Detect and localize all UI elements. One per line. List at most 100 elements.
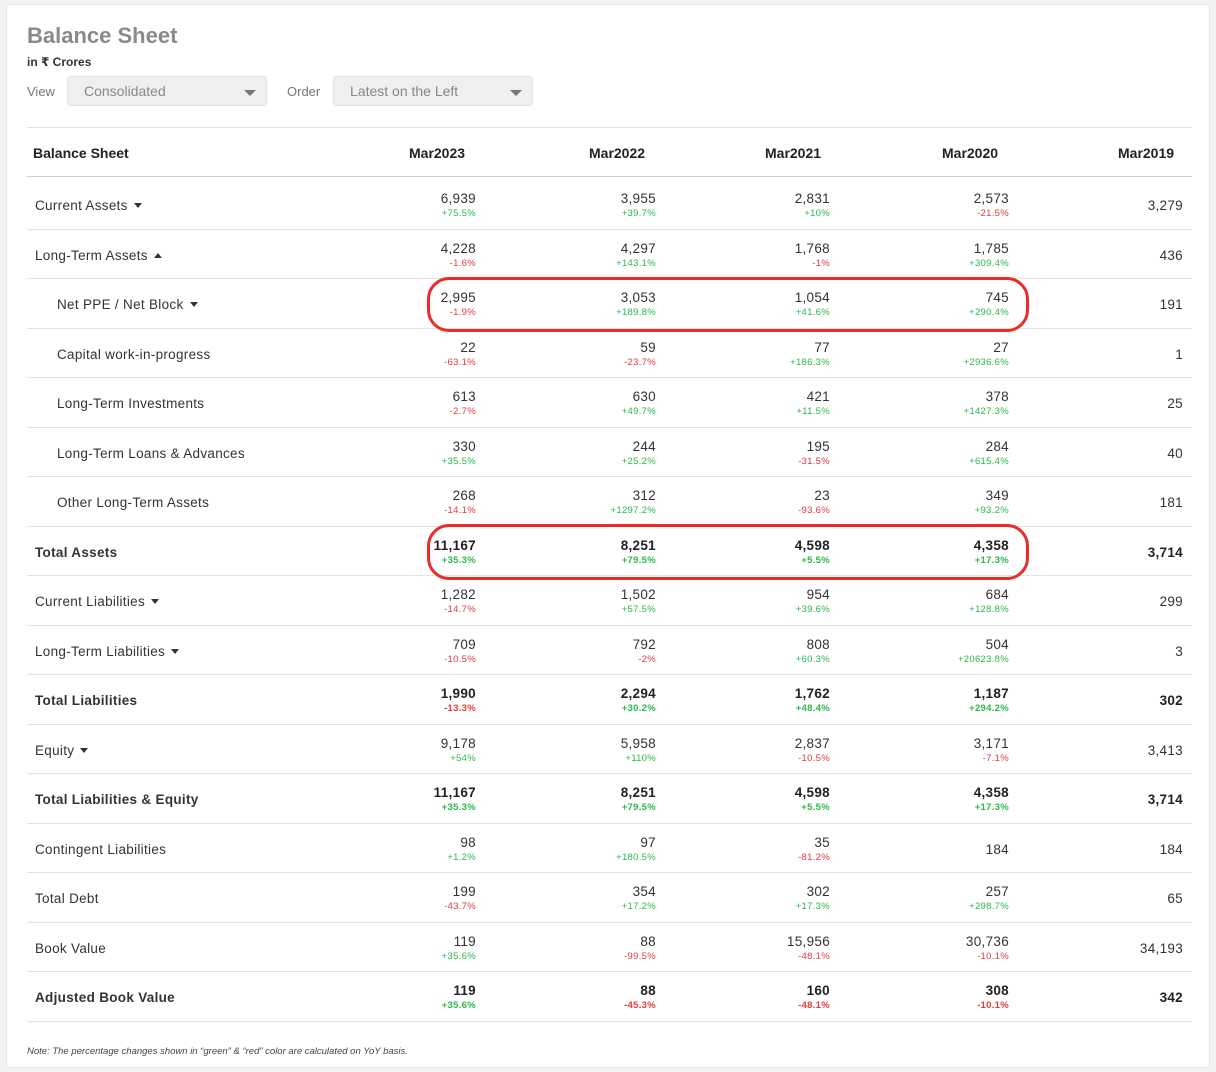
table-cell: 23 -93.6% — [680, 488, 830, 518]
table-cell: 191 — [1033, 297, 1183, 313]
table-cell: 6,939 +75.5% — [326, 191, 476, 221]
order-select[interactable]: Latest on the Left — [333, 76, 533, 106]
cell-value: 312 — [632, 488, 656, 503]
cell-value: 2,294 — [620, 686, 656, 701]
cell-value: 284 — [985, 438, 1009, 454]
table-cell: 3 — [1033, 644, 1183, 660]
row-label-text: Total Liabilities — [35, 693, 138, 708]
cell-value: 119 — [453, 933, 476, 949]
cell-value: 302 — [1159, 693, 1183, 708]
column-header-mar2023: Mar2023 — [409, 145, 466, 161]
cell-change: +49.7% — [621, 406, 656, 417]
cell-value: 349 — [985, 488, 1009, 503]
cell-value: 88 — [640, 933, 656, 949]
table-cell: 330 +35.5% — [326, 439, 476, 469]
cell-change: +79.5% — [621, 554, 656, 566]
table-cell: 88 -45.3% — [506, 983, 656, 1013]
table-cell: 312 +1297.2% — [506, 488, 656, 518]
view-select[interactable]: Consolidated — [67, 76, 267, 106]
cell-value: 2,837 — [794, 735, 830, 751]
cell-change: +298.7% — [969, 901, 1009, 912]
table-cell: 97 +180.5% — [506, 835, 656, 865]
row-label-text: Adjusted Book Value — [35, 990, 175, 1005]
cell-change: +10% — [804, 208, 830, 219]
cell-value: 684 — [985, 587, 1009, 602]
table-cell: 8,251 +79.5% — [506, 538, 656, 568]
table-row: Long-Term Assets 4,228 -1.6% 4,297 +143.1% 1,… — [27, 230, 1192, 279]
row-label[interactable]: Equity — [35, 742, 89, 758]
cell-change: -21.5% — [977, 208, 1009, 219]
table-cell: 1,990 -13.3% — [326, 686, 476, 716]
cell-change: -31.5% — [798, 455, 830, 467]
table-cell: 34,193 — [1033, 941, 1183, 957]
cell-value: 88 — [640, 983, 656, 998]
cell-change: +17.3% — [795, 901, 830, 912]
cell-value: 34,193 — [1139, 940, 1183, 956]
row-label-text: Other Long-Term Assets — [57, 495, 210, 510]
table-cell: 195 -31.5% — [680, 439, 830, 469]
cell-value: 1,762 — [794, 686, 830, 701]
cell-value: 3,955 — [620, 191, 656, 206]
cell-value: 268 — [452, 488, 476, 503]
table-row: Current Assets 6,939 +75.5% 3,955 +39.7% 2,83… — [27, 180, 1192, 230]
cell-value: 77 — [814, 339, 830, 355]
cell-change: -10.5% — [798, 752, 830, 764]
cell-value: 11,167 — [433, 785, 476, 800]
row-label-text: Equity — [35, 742, 75, 758]
expand-caret-icon[interactable] — [171, 648, 180, 654]
cell-value: 2,831 — [794, 191, 830, 206]
cell-change: +17.2% — [621, 901, 656, 912]
cell-change: -2.7% — [449, 406, 476, 417]
cell-change: +39.7% — [621, 208, 656, 219]
table-cell: 160 -48.1% — [680, 983, 830, 1013]
cell-value: 4,358 — [973, 785, 1009, 800]
table-cell: 98 +1.2% — [326, 835, 476, 865]
row-label: Total Liabilities & Equity — [35, 792, 199, 807]
collapse-caret-icon[interactable] — [153, 252, 162, 258]
expand-caret-icon[interactable] — [133, 203, 142, 208]
cell-value: 27 — [993, 339, 1009, 355]
cell-change: -1% — [812, 257, 830, 269]
table-cell: 30,736 -10.1% — [859, 934, 1009, 964]
cell-value: 330 — [452, 438, 476, 454]
cell-value: 308 — [985, 983, 1009, 998]
cell-value: 40 — [1167, 445, 1183, 461]
cell-change: +79.5% — [621, 802, 656, 813]
cell-change: +110% — [625, 752, 656, 764]
table-cell: 2,294 +30.2% — [506, 686, 656, 716]
cell-change: +1297.2% — [610, 505, 656, 516]
page-title: Balance Sheet — [27, 23, 178, 48]
units-label: in ₹ Crores — [27, 55, 92, 69]
row-label[interactable]: Long-Term Assets — [35, 248, 162, 263]
chevron-down-icon — [510, 90, 522, 96]
row-label-text: Capital work-in-progress — [57, 346, 211, 362]
expand-caret-icon[interactable] — [80, 747, 89, 753]
cell-value: 3,413 — [1147, 742, 1183, 758]
table-cell: 302 — [1033, 693, 1183, 709]
row-label[interactable]: Long-Term Liabilities — [35, 644, 180, 659]
row-label[interactable]: Current Liabilities — [35, 594, 159, 609]
cell-value: 6,939 — [440, 191, 476, 206]
table-cell: 244 +25.2% — [506, 439, 656, 469]
cell-change: +1427.3% — [963, 406, 1009, 417]
cell-value: 4,598 — [794, 785, 830, 800]
row-label-text: Net PPE / Net Block — [57, 297, 184, 312]
row-label[interactable]: Net PPE / Net Block — [57, 297, 198, 312]
cell-value: 191 — [1159, 297, 1183, 312]
cell-change: +35.5% — [441, 455, 476, 467]
table-row: Total Liabilities 1,990 -13.3% 2,294 +30.2% 1… — [27, 675, 1192, 725]
cell-change: +2936.6% — [963, 356, 1009, 368]
cell-change: -1.6% — [449, 257, 476, 269]
row-label-text: Current Liabilities — [35, 594, 145, 609]
table-cell: 954 +39.6% — [680, 587, 830, 617]
row-label[interactable]: Current Assets — [35, 198, 142, 213]
table-cell: 421 +11.5% — [680, 389, 830, 419]
table-row: Long-Term Liabilities 709 -10.5% 792 -2% 808 +… — [27, 626, 1192, 675]
expand-caret-icon[interactable] — [151, 599, 159, 604]
cell-change: -81.2% — [798, 851, 830, 863]
row-label-text: Contingent Liabilities — [35, 841, 167, 857]
table-cell: 808 +60.3% — [680, 637, 830, 667]
cell-change: +294.2% — [969, 703, 1009, 714]
expand-caret-icon[interactable] — [189, 302, 198, 307]
table-cell: 119 +35.6% — [326, 934, 476, 964]
